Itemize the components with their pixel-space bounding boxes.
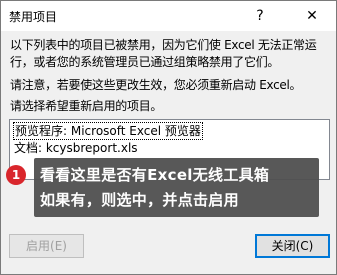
step-number-badge: 1: [6, 165, 26, 185]
select-prompt: 请选择希望重新启用的项目。: [10, 99, 163, 113]
annotation-line-2: 如果有，则选中，并点击启用: [40, 191, 239, 209]
enable-button[interactable]: 启用(E): [9, 234, 84, 258]
disabled-items-dialog: 禁用项目 ? ✕ 以下列表中的项目已被禁用，因为它们使 Excel 无法正常运行…: [0, 0, 337, 275]
window-close-button[interactable]: ✕: [299, 6, 325, 26]
dialog-title: 禁用项目: [9, 10, 58, 24]
annotation-tooltip: 看看这里是否有Excel无线工具箱 如果有，则选中，并点击启用: [34, 158, 319, 217]
list-item-document[interactable]: 文档: kcysbreport.xls: [13, 140, 139, 156]
annotation-line-1: 看看这里是否有Excel无线工具箱: [40, 166, 270, 184]
help-button[interactable]: ?: [247, 6, 273, 26]
close-button[interactable]: 关闭(C): [255, 234, 330, 258]
description-text: 以下列表中的项目已被禁用，因为它们使 Excel 无法正常运行，或者您的系统管理…: [10, 38, 317, 69]
list-item-preview[interactable]: 预览程序: Microsoft Excel 预览器: [13, 122, 203, 140]
restart-note: 请注意，若要使这些更改生效，您必须重新启动 Excel。: [10, 78, 302, 92]
title-bar: 禁用项目 ? ✕: [1, 1, 336, 31]
